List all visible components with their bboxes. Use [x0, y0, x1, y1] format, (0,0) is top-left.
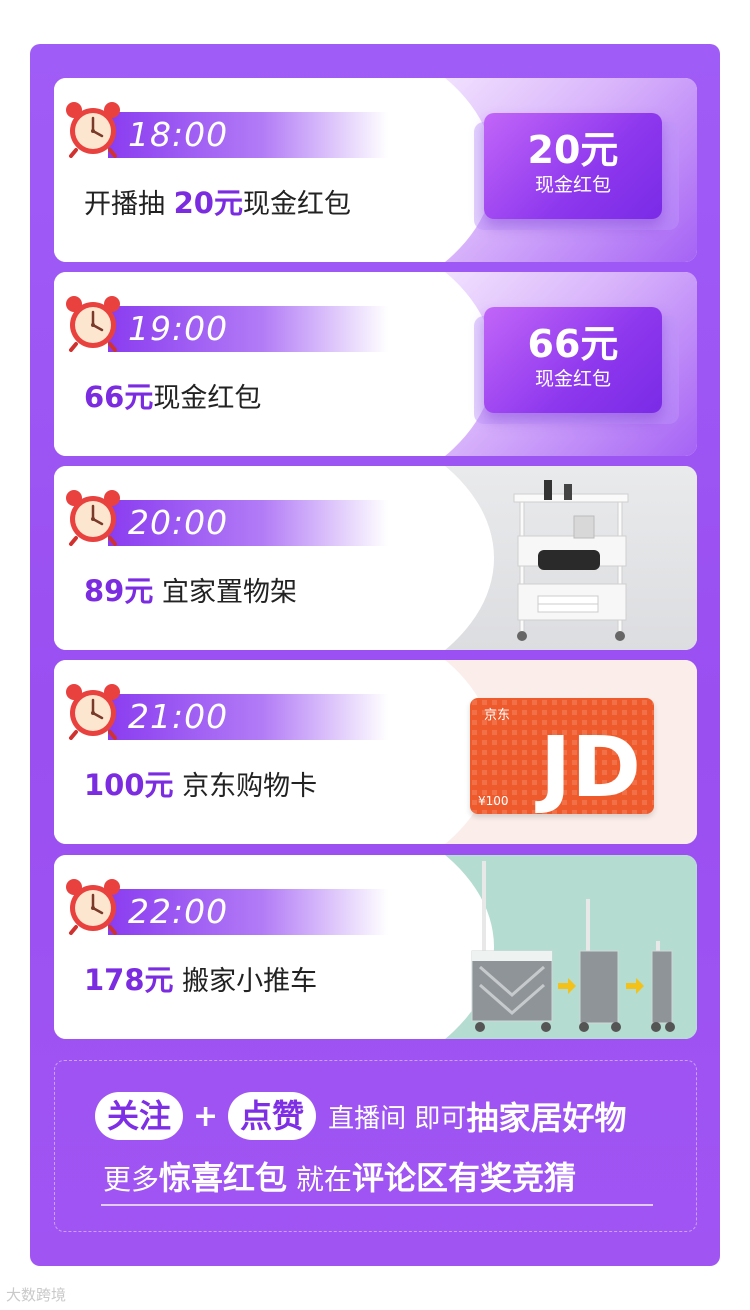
- prize-amount: 20元: [173, 186, 243, 220]
- slogan-line-1: 关注 + 点赞 直播间 即可 抽家居好物: [95, 1091, 626, 1141]
- prize-amount: 100元: [84, 768, 174, 802]
- alarm-clock-icon: [66, 296, 120, 352]
- alarm-clock-icon: [66, 684, 120, 740]
- prize-description: 89元 宜家置物架: [84, 574, 297, 608]
- follow-pill[interactable]: 关注: [95, 1092, 184, 1140]
- time-label: 20:00: [128, 503, 229, 542]
- plus-sign: +: [193, 1098, 219, 1134]
- alarm-clock-icon: [66, 879, 120, 935]
- slogan-underline: [101, 1204, 653, 1206]
- card-overlay: 22:00 178元 搬家小推车: [54, 855, 697, 1039]
- time-label: 19:00: [128, 309, 229, 348]
- prize-amount: 178元: [84, 963, 174, 997]
- prize-amount: 89元: [84, 574, 154, 608]
- card-overlay: 19:00 66元现金红包: [54, 272, 697, 456]
- prize-amount: 66元: [84, 380, 154, 414]
- prize-description: 100元 京东购物卡: [84, 768, 318, 802]
- alarm-clock-icon: [66, 490, 120, 546]
- slogan-line-2: 更多惊喜红包 就在评论区有奖竞猜: [103, 1159, 576, 1197]
- like-pill[interactable]: 点赞: [228, 1092, 317, 1140]
- prize-description: 66元现金红包: [84, 380, 262, 414]
- prize-description: 开播抽 20元现金红包: [84, 186, 351, 220]
- prize-description: 178元 搬家小推车: [84, 963, 318, 997]
- time-label: 22:00: [128, 892, 229, 931]
- card-overlay: 18:00 开播抽 20元现金红包: [54, 78, 697, 262]
- time-label: 21:00: [128, 697, 229, 736]
- bottom-slogan-box: 关注 + 点赞 直播间 即可 抽家居好物 更多惊喜红包 就在评论区有奖竞猜: [54, 1060, 697, 1232]
- card-overlay: 20:00 89元 宜家置物架: [54, 466, 697, 650]
- card-overlay: 21:00 100元 京东购物卡: [54, 660, 697, 844]
- alarm-clock-icon: [66, 102, 120, 158]
- time-label: 18:00: [128, 115, 229, 154]
- watermark: 大数跨境: [6, 1286, 67, 1304]
